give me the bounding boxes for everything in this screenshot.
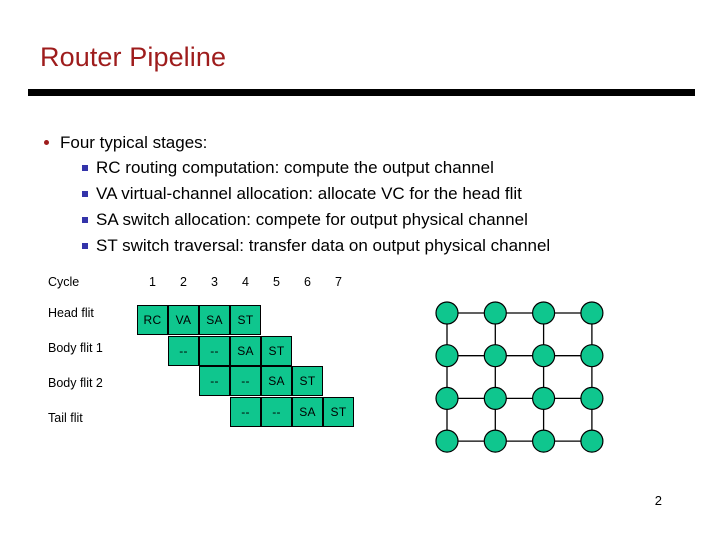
pipeline-stage-cell: SA xyxy=(261,366,292,396)
mesh-network-svg xyxy=(435,301,604,453)
cycle-number: 2 xyxy=(180,275,187,289)
cycle-number: 7 xyxy=(335,275,342,289)
pipeline-stage-cell: SA xyxy=(292,396,323,427)
pipeline-stage-cell: VA xyxy=(168,305,199,335)
bullet-level1: Four typical stages: xyxy=(38,130,678,155)
pipeline-stage-cell: ST xyxy=(261,335,292,366)
mesh-router-node xyxy=(531,301,556,325)
pipeline-stage-cell: SA xyxy=(199,305,230,335)
mesh-router-node xyxy=(580,386,604,411)
pipeline-stage-cell: ST xyxy=(292,366,323,396)
round-bullet-icon xyxy=(44,140,49,145)
bullet-level2-st: ST switch traversal: transfer data on ou… xyxy=(38,233,678,259)
mesh-router-node xyxy=(580,344,604,368)
bullet-level2-label: VA virtual-channel allocation: allocate … xyxy=(96,184,522,203)
page-number: 2 xyxy=(654,493,662,508)
mesh-router-node xyxy=(435,301,459,325)
pipeline-stage-cell: RC xyxy=(137,305,168,335)
mesh-router-node xyxy=(483,344,507,368)
mesh-router-node xyxy=(435,344,459,368)
flit-row-label: Tail flit xyxy=(48,411,83,425)
title-divider xyxy=(28,89,695,96)
flit-row-label: Head flit xyxy=(48,306,94,320)
page-title: Router Pipeline xyxy=(40,42,227,72)
cycle-number: 6 xyxy=(304,275,311,289)
cycle-row-label: Cycle xyxy=(48,275,80,289)
cycle-number: 4 xyxy=(242,275,249,289)
mesh-router-node xyxy=(580,301,604,325)
pipeline-stage-cell: ST xyxy=(230,305,261,335)
pipeline-stage-cell: SA xyxy=(230,335,261,366)
pipeline-stage-cell: -- xyxy=(199,335,230,366)
mesh-router-node xyxy=(435,429,459,453)
bullet-level2-label: SA switch allocation: compete for output… xyxy=(96,210,528,229)
mesh-router-node xyxy=(483,301,507,325)
pipeline-stage-cell: -- xyxy=(168,335,199,366)
mesh-router-node xyxy=(531,429,556,453)
bullet-list: Four typical stages: RC routing computat… xyxy=(38,130,678,259)
mesh-network-diagram xyxy=(424,290,616,460)
cycle-number: 1 xyxy=(149,275,156,289)
square-bullet-icon xyxy=(82,217,88,223)
pipeline-stage-cell: -- xyxy=(230,366,261,396)
flit-row-label: Body flit 1 xyxy=(48,341,103,355)
pipeline-stage-cell: ST xyxy=(323,396,354,427)
mesh-router-node xyxy=(435,386,459,411)
pipeline-stage-cell: -- xyxy=(261,396,292,427)
mesh-router-node xyxy=(531,344,556,368)
square-bullet-icon xyxy=(82,243,88,249)
square-bullet-icon xyxy=(82,165,88,171)
bullet-level2-va: VA virtual-channel allocation: allocate … xyxy=(38,181,678,207)
flit-row-label: Body flit 2 xyxy=(48,376,103,390)
mesh-router-node xyxy=(483,386,507,411)
square-bullet-icon xyxy=(82,191,88,197)
cycle-number: 3 xyxy=(211,275,218,289)
pipeline-stage-cell: -- xyxy=(199,366,230,396)
bullet-level1-label: Four typical stages: xyxy=(60,133,208,152)
mesh-router-node xyxy=(580,429,604,453)
mesh-router-node xyxy=(483,429,507,453)
cycle-number: 5 xyxy=(273,275,280,289)
pipeline-stage-cell: -- xyxy=(230,396,261,427)
bullet-level2-label: ST switch traversal: transfer data on ou… xyxy=(96,236,551,255)
bullet-level2-sa: SA switch allocation: compete for output… xyxy=(38,207,678,233)
bullet-level2-rc: RC routing computation: compute the outp… xyxy=(38,155,678,181)
mesh-router-node xyxy=(531,386,556,411)
bullet-level2-label: RC routing computation: compute the outp… xyxy=(96,158,494,177)
